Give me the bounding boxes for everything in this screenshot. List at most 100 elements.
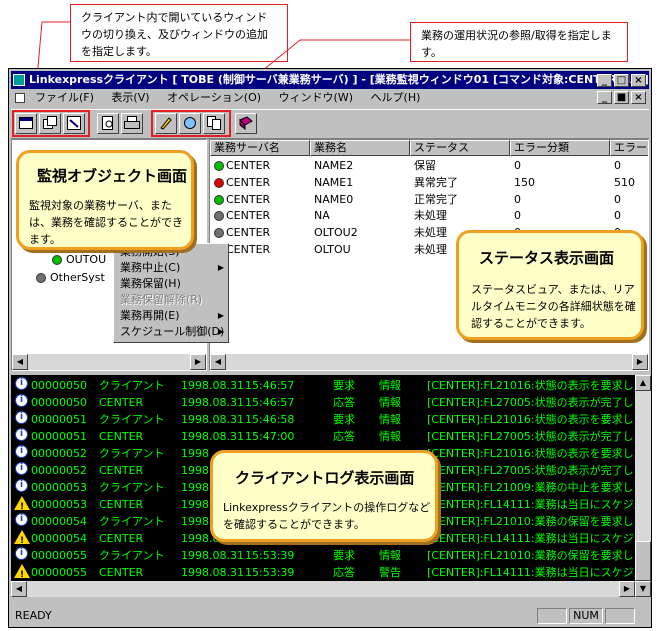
menu-item-schedule-control[interactable]: スケジュール制御(D) <box>120 324 224 340</box>
info-icon: i <box>15 445 28 458</box>
log-date: 1998 <box>181 515 209 528</box>
log-time: 15:53:39 <box>245 549 295 562</box>
window-tools-highlight <box>12 110 90 137</box>
minimize-button[interactable]: _ <box>597 74 612 87</box>
status-bar: READY NUM <box>11 607 649 625</box>
scroll-left-icon[interactable]: ◀ <box>12 354 28 370</box>
status-dot <box>214 177 224 188</box>
menu-file[interactable]: ファイル(F) <box>35 91 94 104</box>
cell-status: 保留 <box>414 159 436 172</box>
log-row[interactable]: i 00000055 クライアント 1998.08.31 15:53:39 要求 情報 [CE… <box>11 547 635 564</box>
column-error-code[interactable]: エラーコー <box>610 140 648 156</box>
log-level: 警告 <box>379 566 401 579</box>
log-vertical-scrollbar[interactable]: ▲ ▼ <box>635 375 651 597</box>
table-row[interactable]: CENTER NAME1 異常完了 150 510 <box>210 175 648 191</box>
menu-item-stop-job[interactable]: 業務中止(C) <box>120 260 180 276</box>
cell-error-code: 510 <box>614 175 635 189</box>
scroll-thumb[interactable] <box>635 541 651 581</box>
log-id: 00000052 <box>31 447 87 460</box>
log-level: 情報 <box>379 549 401 562</box>
scroll-right-icon[interactable]: ▶ <box>619 581 635 597</box>
log-time: 15:47:00 <box>245 430 295 443</box>
cell-server: CENTER <box>226 175 271 189</box>
book-icon[interactable] <box>235 113 257 134</box>
log-source: クライアント <box>99 447 165 460</box>
log-source: CENTER <box>99 498 144 511</box>
cell-error-class: 150 <box>514 175 535 189</box>
preview-icon[interactable] <box>97 113 119 134</box>
log-date: 1998.08.31 <box>181 379 244 392</box>
scroll-left-icon[interactable]: ◀ <box>11 581 27 597</box>
log-message: [CENTER]:FL27005:状態の表示が完了しま <box>427 430 635 443</box>
log-time: 15:46:58 <box>245 413 295 426</box>
monitor-object-bubble-body: 監視対象の業務サーバ、または、業務を確認することができます。 <box>29 199 183 246</box>
app-icon <box>13 74 25 86</box>
table-row[interactable]: CENTER NAME0 正常完了 0 0 <box>210 192 648 208</box>
cell-status: 正常完了 <box>414 192 458 206</box>
column-server[interactable]: 業務サーバ名 <box>210 140 310 156</box>
title-bar[interactable]: Linkexpressクライアント [ TOBE (制御サーバ兼業務サーバ) ]… <box>11 71 649 89</box>
cell-error-code: 0 <box>614 192 621 206</box>
info-icon: i <box>15 411 28 424</box>
log-kind: 応答 <box>333 430 355 443</box>
log-row[interactable]: i 00000050 CENTER 1998.08.31 15:46:57 応答 情報 [CE… <box>11 394 635 411</box>
mdi-close-button[interactable]: × <box>631 91 646 104</box>
status-horizontal-scrollbar[interactable]: ◀ ▶ <box>210 354 648 370</box>
log-time: 15:46:57 <box>245 396 295 409</box>
log-message: [CENTER]:FL14111:業務は当日にスケジュ <box>427 498 635 511</box>
log-kind: 要求 <box>333 379 355 392</box>
log-id: 00000053 <box>31 481 87 494</box>
status-dot <box>214 228 224 239</box>
status-dot <box>214 161 224 171</box>
log-message: [CENTER]:FL27005:状態の表示が完了しま <box>427 396 635 409</box>
monitor-object-bubble: 監視オブジェクト画面 監視対象の業務サーバ、または、業務を確認することができます… <box>16 150 194 250</box>
table-row[interactable]: CENTER NA 未処理 0 0 <box>210 208 648 224</box>
scroll-right-icon[interactable]: ▶ <box>190 354 206 370</box>
table-row[interactable]: CENTER NAME2 保留 0 0 <box>210 158 648 174</box>
cell-server: CENTER <box>226 192 271 206</box>
menu-help[interactable]: ヘルプ(H) <box>371 91 421 104</box>
status-dot <box>214 211 224 222</box>
log-message: [CENTER]:FL21016:状態の表示を要求しま <box>427 379 635 392</box>
menu-item-resume-job[interactable]: 業務再開(E) <box>120 308 180 324</box>
scroll-down-icon[interactable]: ▼ <box>635 581 651 597</box>
log-row[interactable]: i 00000051 クライアント 1998.08.31 15:46:58 要求 情報 [CE… <box>11 411 635 428</box>
tree-item-outou[interactable]: OUTOU <box>52 252 106 268</box>
client-log-bubble-body: Linkexpressクライアントの操作ログなどを確認することができます。 <box>223 501 431 531</box>
log-source: CENTER <box>99 396 144 409</box>
menu-operation[interactable]: オペレーション(O) <box>167 91 261 104</box>
status-view-bubble-title: ステータス表示画面 <box>479 249 615 267</box>
menu-window[interactable]: ウィンドウ(W) <box>279 91 353 104</box>
log-id: 00000054 <box>31 515 87 528</box>
log-horizontal-scrollbar[interactable]: ◀ ▶ <box>11 581 635 597</box>
status-num: NUM <box>569 608 603 624</box>
menu-item-hold-job[interactable]: 業務保留(H) <box>120 276 181 292</box>
column-error-class[interactable]: エラー分類 <box>510 140 610 156</box>
mdi-restore-button[interactable]: ■ <box>614 91 629 104</box>
column-status[interactable]: ステータス <box>410 140 510 156</box>
scroll-up-icon[interactable]: ▲ <box>635 375 651 391</box>
log-kind: 要求 <box>333 549 355 562</box>
menu-view[interactable]: 表示(V) <box>111 91 149 104</box>
window-title: Linkexpressクライアント [ TOBE (制御サーバ兼業務サーバ) ]… <box>29 73 649 86</box>
log-date: 1998.08.31 <box>181 566 244 579</box>
column-job[interactable]: 業務名 <box>310 140 410 156</box>
close-button[interactable]: × <box>631 74 646 87</box>
menu-item-release-hold: 業務保留解除(R) <box>120 293 203 306</box>
maximize-button[interactable]: □ <box>614 74 629 87</box>
cell-job: NAME0 <box>314 192 354 206</box>
cell-job: OLTOU2 <box>314 226 358 240</box>
mdi-minimize-button[interactable]: _ <box>597 91 612 104</box>
info-icon: i <box>15 462 28 475</box>
log-row[interactable]: i 00000051 CENTER 1998.08.31 15:47:00 応答 情報 [CE… <box>11 428 635 445</box>
scroll-left-icon[interactable]: ◀ <box>210 354 226 370</box>
print-icon[interactable] <box>121 113 143 134</box>
tree-item-othersyst-label: OtherSyst <box>50 271 105 284</box>
cell-server: CENTER <box>226 159 271 172</box>
tree-horizontal-scrollbar[interactable]: ◀ ▶ <box>12 354 206 370</box>
log-row[interactable]: ! 00000055 CENTER 1998.08.31 15:53:39 応答 警告 [CE… <box>11 564 635 581</box>
scroll-right-icon[interactable]: ▶ <box>632 354 648 370</box>
log-message: [CENTER]:FL21016:状態の表示を要求しま <box>427 447 635 460</box>
log-row[interactable]: i 00000050 クライアント 1998.08.31 15:46:57 要求 情報 [CE… <box>11 377 635 394</box>
tree-item-othersyst[interactable]: OtherSyst <box>36 270 105 286</box>
